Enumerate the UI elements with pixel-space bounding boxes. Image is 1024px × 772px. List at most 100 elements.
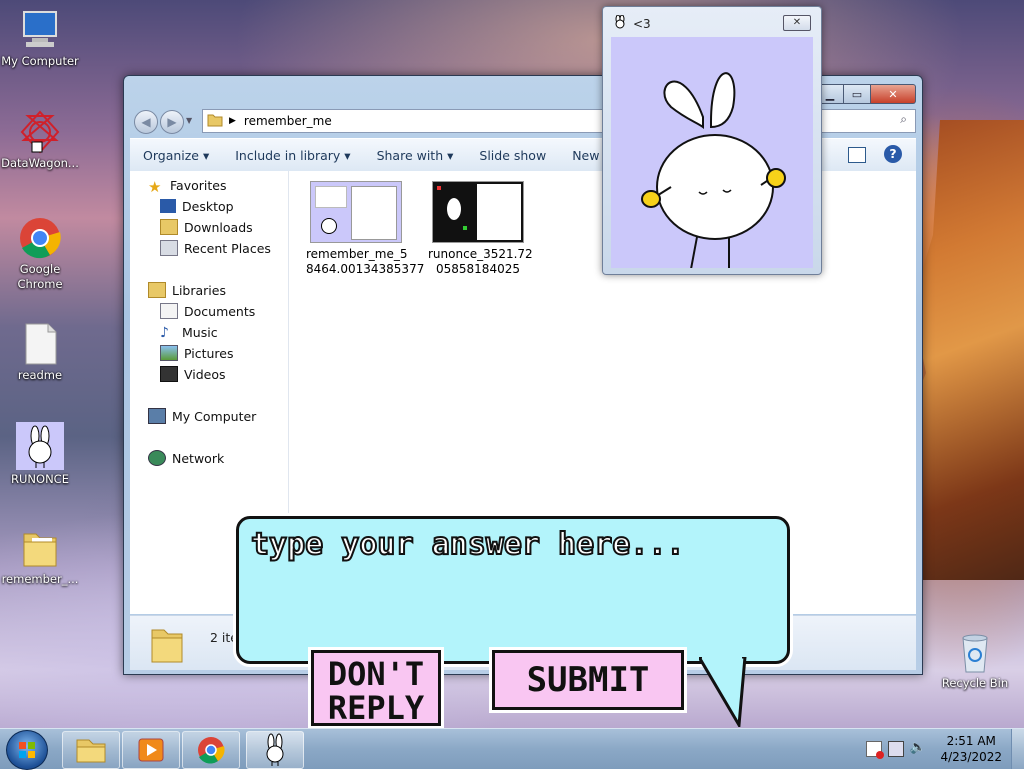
recent-pages-icon[interactable]: ▼ xyxy=(186,116,192,125)
file-thumbnail xyxy=(310,181,402,243)
desktop-icon-label: readme xyxy=(17,368,63,382)
downloads-folder-icon xyxy=(160,219,178,235)
file-item[interactable]: remember_me_5 8464.00134385377 xyxy=(306,181,425,277)
nav-downloads[interactable]: Downloads xyxy=(160,217,253,237)
videos-icon xyxy=(160,366,178,382)
speech-bubble-tail xyxy=(699,657,747,727)
nav-documents[interactable]: Documents xyxy=(160,301,255,321)
datawagon-icon xyxy=(18,110,62,154)
nav-pictures[interactable]: Pictures xyxy=(160,343,234,363)
desktop-icon-remember-folder[interactable]: remember_... xyxy=(0,526,80,587)
nav-label: Downloads xyxy=(184,219,253,235)
folder-icon xyxy=(18,526,62,570)
computer-icon xyxy=(18,8,62,52)
desktop-icon xyxy=(160,199,176,213)
file-name: runonce_3521.72 xyxy=(428,247,533,261)
breadcrumb[interactable]: remember_me xyxy=(244,114,332,128)
chrome-icon xyxy=(18,216,62,260)
file-thumbnail xyxy=(432,181,524,243)
nav-desktop[interactable]: Desktop xyxy=(160,196,234,216)
desktop-icon-readme[interactable]: readme xyxy=(0,322,80,383)
nav-favorites[interactable]: ★ Favorites xyxy=(148,175,226,197)
nav-label: Videos xyxy=(184,366,226,382)
bunny-illustration xyxy=(641,72,786,270)
popup-title: <3 xyxy=(633,16,651,31)
recycle-bin-icon xyxy=(953,630,997,674)
slide-show-button[interactable]: Slide show xyxy=(466,148,559,163)
media-player-icon xyxy=(138,738,164,762)
network-icon xyxy=(148,450,166,466)
file-name: remember_me_5 xyxy=(306,247,408,261)
computer-icon xyxy=(148,408,166,424)
close-button[interactable]: ✕ xyxy=(871,84,916,104)
start-button[interactable] xyxy=(6,730,48,770)
nav-my-computer[interactable]: My Computer xyxy=(148,406,256,426)
desktop-icon-label: Recycle Bin xyxy=(941,676,1009,690)
submit-button[interactable]: SUBMIT xyxy=(492,650,684,710)
nav-music[interactable]: ♪ Music xyxy=(160,322,218,342)
chrome-icon xyxy=(198,737,225,764)
desktop-icon-my-computer[interactable]: My Computer xyxy=(0,8,80,69)
window-controls: ▁ ▭ ✕ xyxy=(816,84,916,104)
popup-close-button[interactable]: ✕ xyxy=(783,15,811,31)
taskbar-media-player-button[interactable] xyxy=(122,731,180,769)
breadcrumb-arrow-icon[interactable]: ▶ xyxy=(229,116,236,126)
star-icon: ★ xyxy=(148,178,162,196)
taskbar-runonce-button[interactable] xyxy=(246,731,304,769)
nav-recent-places[interactable]: Recent Places xyxy=(160,238,271,258)
organize-menu[interactable]: Organize ▾ xyxy=(130,148,222,163)
clock-time: 2:51 AM xyxy=(946,734,996,748)
share-with-menu[interactable]: Share with ▾ xyxy=(364,148,467,163)
answer-input[interactable]: type your answer here... xyxy=(250,526,685,563)
folder-icon xyxy=(150,624,186,667)
nav-label: Music xyxy=(182,324,218,340)
desktop-icon-chrome[interactable]: Google Chrome xyxy=(0,216,80,292)
nav-libraries[interactable]: Libraries xyxy=(148,280,226,300)
desktop-icon-recycle-bin[interactable]: Recycle Bin xyxy=(935,630,1015,691)
desktop-icon-label: DataWagon... xyxy=(1,156,79,170)
nav-label: Network xyxy=(172,450,225,466)
back-button[interactable]: ◀ xyxy=(134,110,158,134)
taskbar-explorer-button[interactable] xyxy=(62,731,120,769)
preview-pane-icon[interactable] xyxy=(848,147,866,163)
action-center-icon[interactable] xyxy=(865,741,884,759)
taskbar-chrome-button[interactable] xyxy=(182,731,240,769)
folder-icon xyxy=(76,739,106,763)
item-count: 2 ite xyxy=(210,630,238,645)
text-file-icon xyxy=(18,322,62,366)
desktop-icon-datawagon[interactable]: DataWagon... xyxy=(0,110,80,171)
search-icon[interactable]: ⌕ xyxy=(900,112,907,127)
windows-logo-icon xyxy=(19,742,35,758)
file-item[interactable]: runonce_3521.72 05858184025 xyxy=(428,181,533,277)
maximize-button[interactable]: ▭ xyxy=(844,84,871,104)
forward-button[interactable]: ▶ xyxy=(160,110,184,134)
clock[interactable]: 2:51 AM 4/23/2022 xyxy=(940,733,1002,765)
folder-icon xyxy=(207,113,223,130)
show-desktop-button[interactable] xyxy=(1011,729,1024,769)
bunny-small-icon xyxy=(613,14,627,32)
system-tray: 🔈 xyxy=(865,741,926,759)
desktop-icon-label: RUNONCE xyxy=(11,472,69,486)
popup-titlebar: <3 xyxy=(613,14,651,32)
clock-date: 4/23/2022 xyxy=(940,750,1002,764)
pictures-icon xyxy=(160,345,178,361)
include-in-library-menu[interactable]: Include in library ▾ xyxy=(222,148,363,163)
answer-bubble: type your answer here... xyxy=(236,516,790,727)
desktop-icon-runonce[interactable]: RUNONCE xyxy=(0,422,80,487)
nav-videos[interactable]: Videos xyxy=(160,364,226,384)
popup-window: <3 ✕ xyxy=(602,6,822,275)
dont-reply-button[interactable]: DON'T REPLY xyxy=(311,650,441,726)
network-tray-icon[interactable] xyxy=(887,741,904,757)
file-name-cont: 8464.00134385377 xyxy=(306,262,425,276)
recent-places-icon xyxy=(160,240,178,256)
desktop: My Computer DataWagon... Google Chrome r… xyxy=(0,0,1024,728)
desktop-icon-label: My Computer xyxy=(1,54,79,68)
help-icon[interactable]: ? xyxy=(884,145,902,163)
nav-network[interactable]: Network xyxy=(148,448,224,468)
documents-icon xyxy=(160,303,178,319)
volume-icon[interactable]: 🔈 xyxy=(910,741,926,757)
bunny-icon xyxy=(16,422,64,470)
music-icon: ♪ xyxy=(160,325,169,341)
include-label: Include in library xyxy=(235,147,341,163)
libraries-icon xyxy=(148,282,166,298)
